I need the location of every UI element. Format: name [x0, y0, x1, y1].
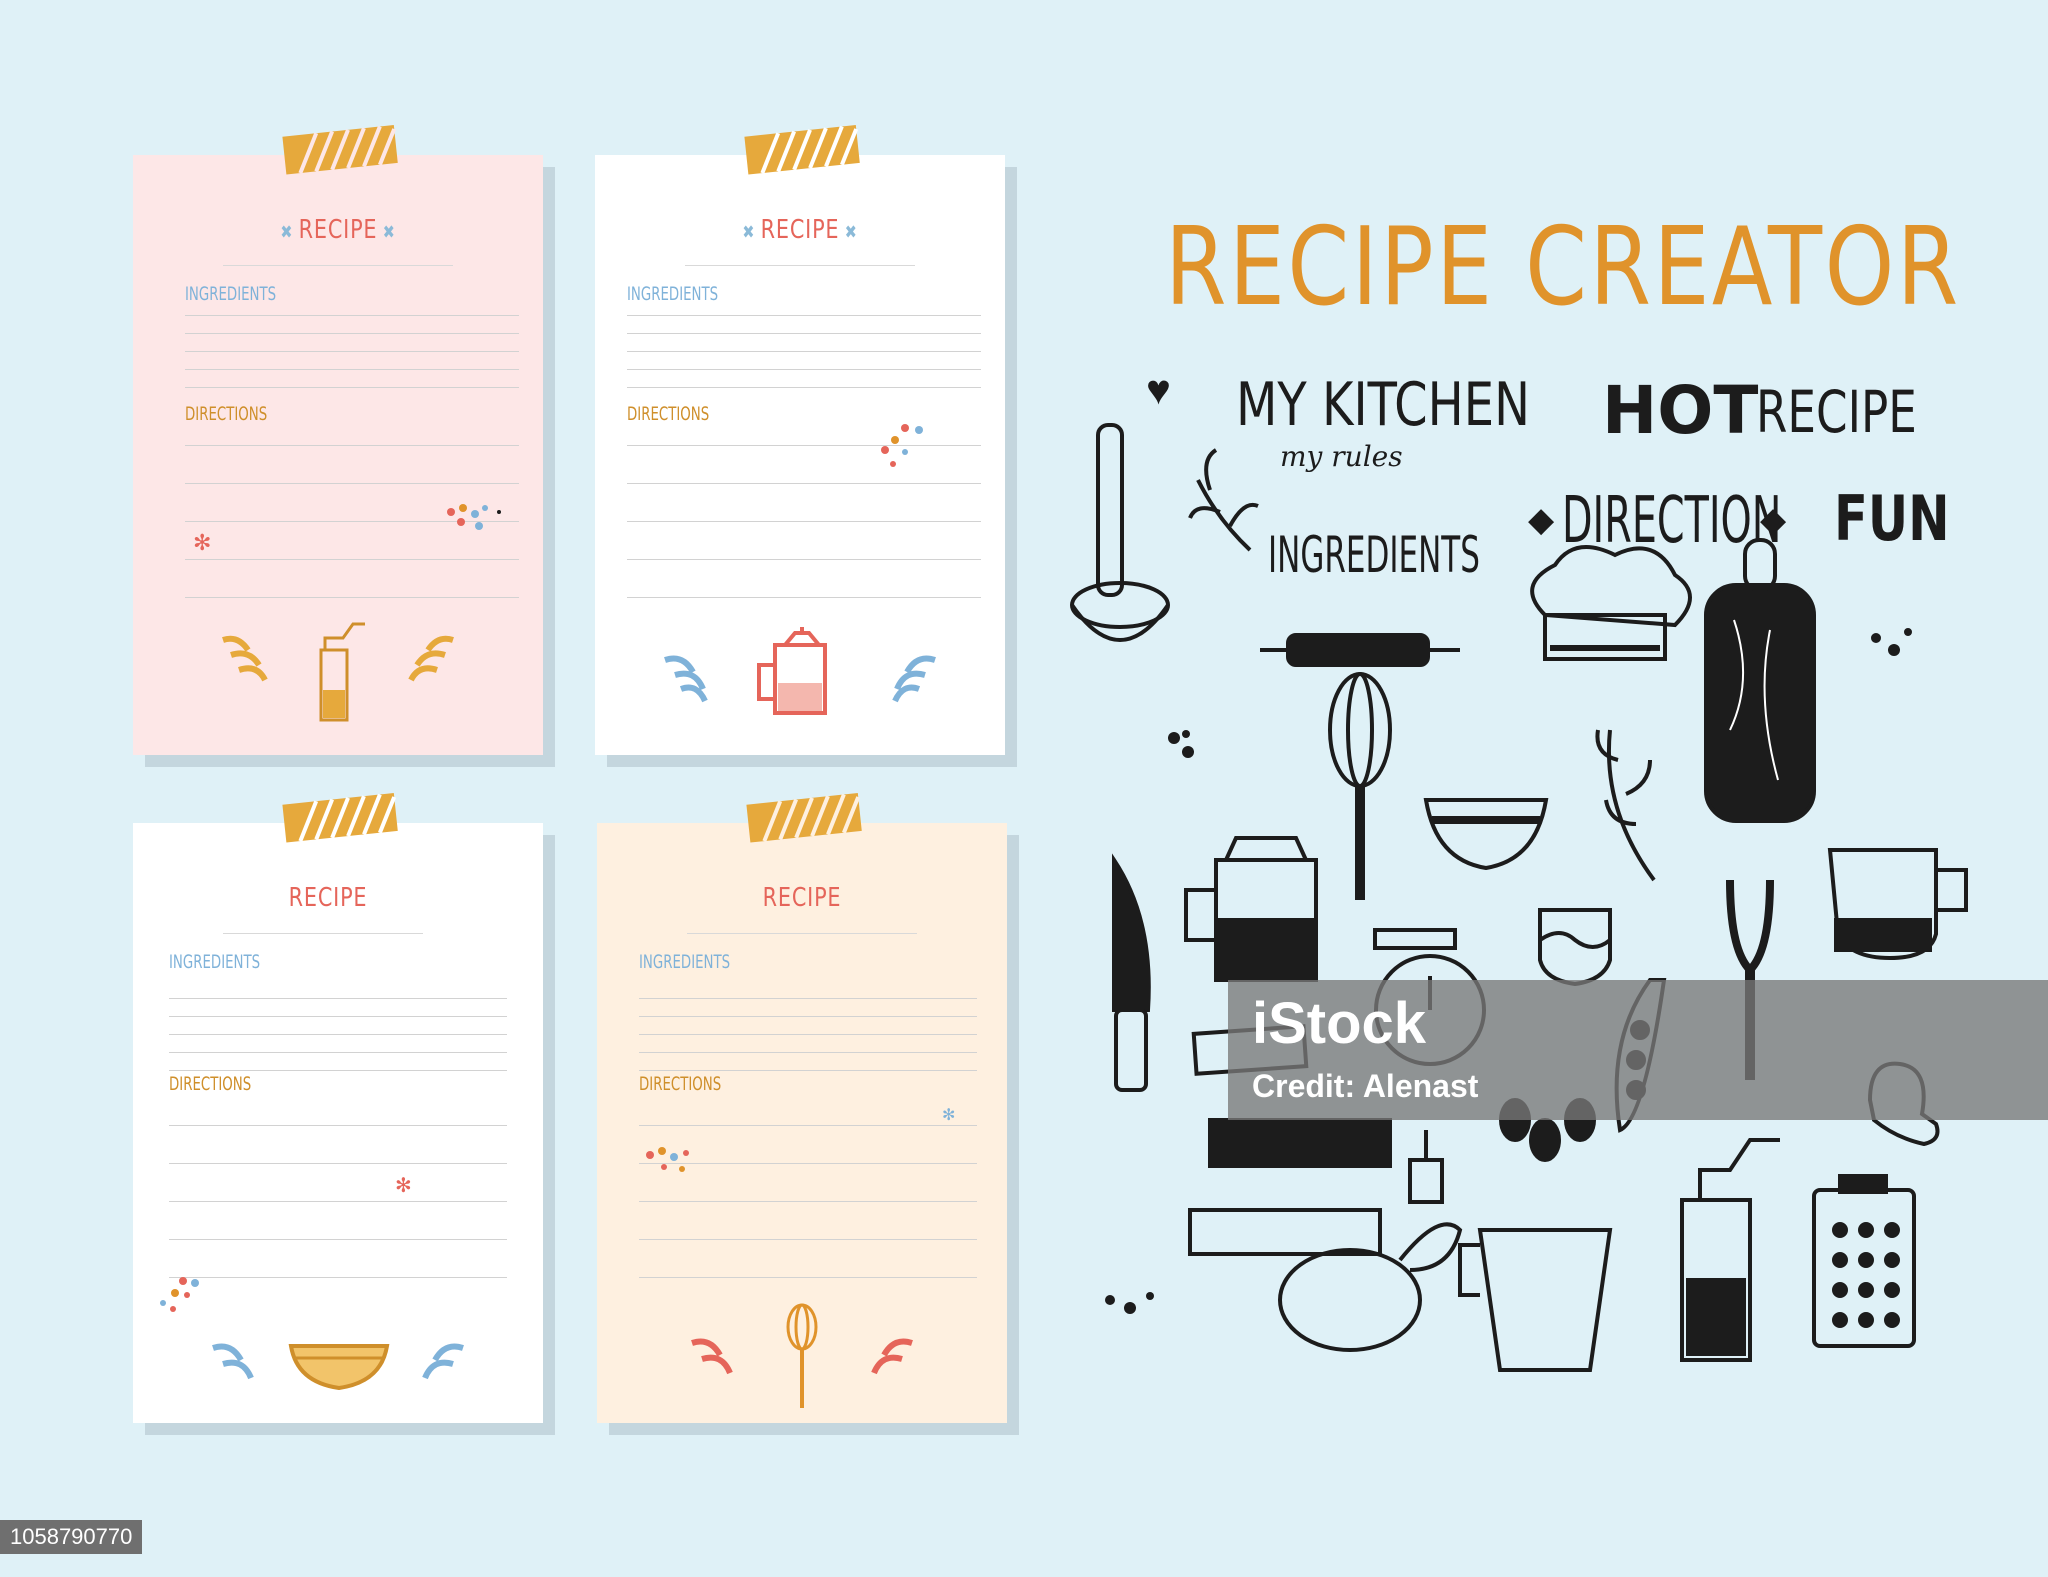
- confetti-icon: [160, 1277, 199, 1312]
- flower-icon: ✻: [942, 1107, 956, 1124]
- ingredients-label: INGREDIENTS: [169, 951, 261, 973]
- whisk-icon: [691, 1303, 913, 1408]
- confetti-icon: [646, 1147, 689, 1172]
- confetti-icon: [447, 504, 501, 530]
- knife-icon: [1112, 853, 1151, 1092]
- recipe-card-1: ✖ RECIPE ✖ INGREDIENTS DIRECTIONS ✻: [133, 125, 543, 755]
- tape-icon: [744, 125, 860, 175]
- recipe-card-4: RECIPE INGREDIENTS DIRECTIONS ✻: [597, 793, 1007, 1423]
- recipe-card-3: RECIPE INGREDIENTS DIRECTIONS ✻: [133, 793, 543, 1423]
- coffee-grinder-icon: [222, 622, 454, 722]
- watermark-brand: iStock: [1252, 991, 1427, 1056]
- recipe-title: ✖ RECIPE ✖: [742, 215, 858, 245]
- directions-label: DIRECTIONS: [627, 403, 710, 425]
- title-line: [223, 933, 423, 934]
- recipe-title: RECIPE: [288, 883, 368, 913]
- title-line: [223, 265, 453, 266]
- bowl-icon: [212, 1343, 464, 1391]
- bowl-icon: [1423, 798, 1549, 871]
- french-press-icon: [664, 627, 936, 715]
- recipe-title: RECIPE: [762, 883, 842, 913]
- whisk-icon: [1328, 672, 1392, 900]
- french-press-icon: [1184, 836, 1318, 982]
- directions-label: DIRECTIONS: [169, 1073, 252, 1095]
- tea-bag-icon: [1408, 1130, 1444, 1204]
- rolling-pin-icon: [1260, 633, 1460, 667]
- ingredients-label: INGREDIENTS: [627, 283, 719, 305]
- tape-icon: [282, 793, 398, 843]
- lemon-icon: [1278, 1222, 1463, 1352]
- image-id: 1058790770: [0, 1520, 143, 1554]
- leaf-icon: [1188, 448, 1259, 552]
- tape-icon: [746, 793, 862, 843]
- cutting-board-icon: [1704, 538, 1816, 823]
- headline: RECIPE CREATOR: [1165, 205, 1961, 330]
- chef-hat-icon: [1530, 545, 1692, 661]
- coffee-grinder-icon: [1680, 1138, 1780, 1362]
- directions-label: DIRECTIONS: [185, 403, 268, 425]
- measuring-jug-icon: [1827, 848, 1968, 961]
- watermark-credit: Credit: Alenast: [1252, 1068, 1479, 1104]
- flower-icon: ✻: [193, 530, 212, 555]
- directions-label: DIRECTIONS: [639, 1073, 722, 1095]
- ladle-icon: [1070, 423, 1170, 642]
- confetti-icon: [881, 424, 923, 467]
- cup-icon: [1538, 908, 1612, 987]
- title-line: [687, 933, 917, 934]
- recipe-card-2: ✖ RECIPE ✖ INGREDIENTS DIRECTIONS: [595, 125, 1005, 755]
- ingredients-label: INGREDIENTS: [185, 283, 277, 305]
- title-line: [685, 265, 915, 266]
- flower-icon: ✻: [395, 1175, 412, 1197]
- kitchen-doodles: [1070, 423, 1968, 1372]
- recipe-title: ✖ RECIPE ✖: [280, 215, 396, 245]
- grater-icon: [1812, 1174, 1916, 1348]
- watermark-banner: iStock Credit: Alenast: [1228, 980, 2048, 1120]
- ingredients-label: INGREDIENTS: [639, 951, 731, 973]
- tape-icon: [282, 125, 398, 175]
- leaf-icon: [1595, 729, 1656, 882]
- measuring-cup-icon: [1458, 1228, 1613, 1372]
